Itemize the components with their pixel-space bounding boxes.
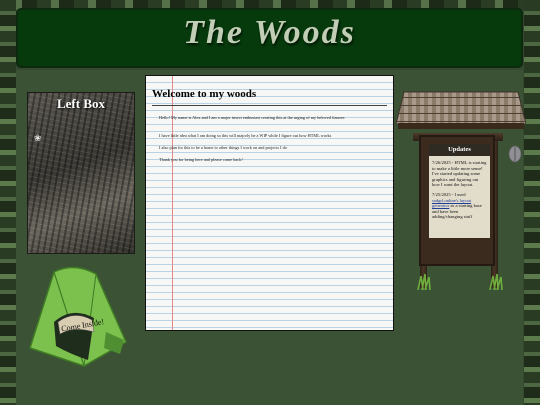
- update-entry: 7/25/2025 - I used sadgrl.online's layou…: [429, 192, 490, 220]
- update-entry: 7/26/2025 - HTML is starting to make a l…: [429, 160, 490, 188]
- left-box-title: Left Box: [56, 96, 106, 111]
- forest-backdrop-right: [524, 0, 540, 405]
- grass-tuft-icon: [489, 273, 503, 290]
- main-content-panel: Welcome to my woods Hello! My name is Al…: [145, 75, 394, 331]
- site-title: The Woods: [183, 14, 356, 51]
- grass-tuft-icon: [417, 273, 431, 290]
- left-box: Left Box ❀: [27, 92, 135, 254]
- page-title: Welcome to my woods: [152, 88, 257, 100]
- updates-panel: Updates 7/26/2025 - HTML is starting to …: [429, 144, 490, 238]
- updates-title: Updates: [429, 144, 490, 156]
- site-header: The Woods: [16, 8, 523, 68]
- kiosk-roof: [396, 91, 526, 129]
- intro-paragraph: Hello! My name is Alex and I am a major …: [159, 115, 346, 120]
- wip-paragraph: I have little idea what I am doing so th…: [159, 133, 332, 138]
- forest-backdrop-left: [0, 0, 16, 405]
- thanks-paragraph: Thank you for being here and please come…: [159, 157, 243, 162]
- update-text: 7/25/2025 - I used: [432, 191, 466, 197]
- projects-paragraph: I also plan for this to be a home to oth…: [159, 145, 287, 150]
- title-divider: [152, 105, 387, 106]
- tent-image[interactable]: Come Inside!: [24, 262, 132, 370]
- moth-icon: [508, 145, 522, 163]
- update-text: 7/26/2025 - HTML is starting to make a l…: [432, 160, 487, 188]
- flower-icon: ❀: [34, 133, 42, 143]
